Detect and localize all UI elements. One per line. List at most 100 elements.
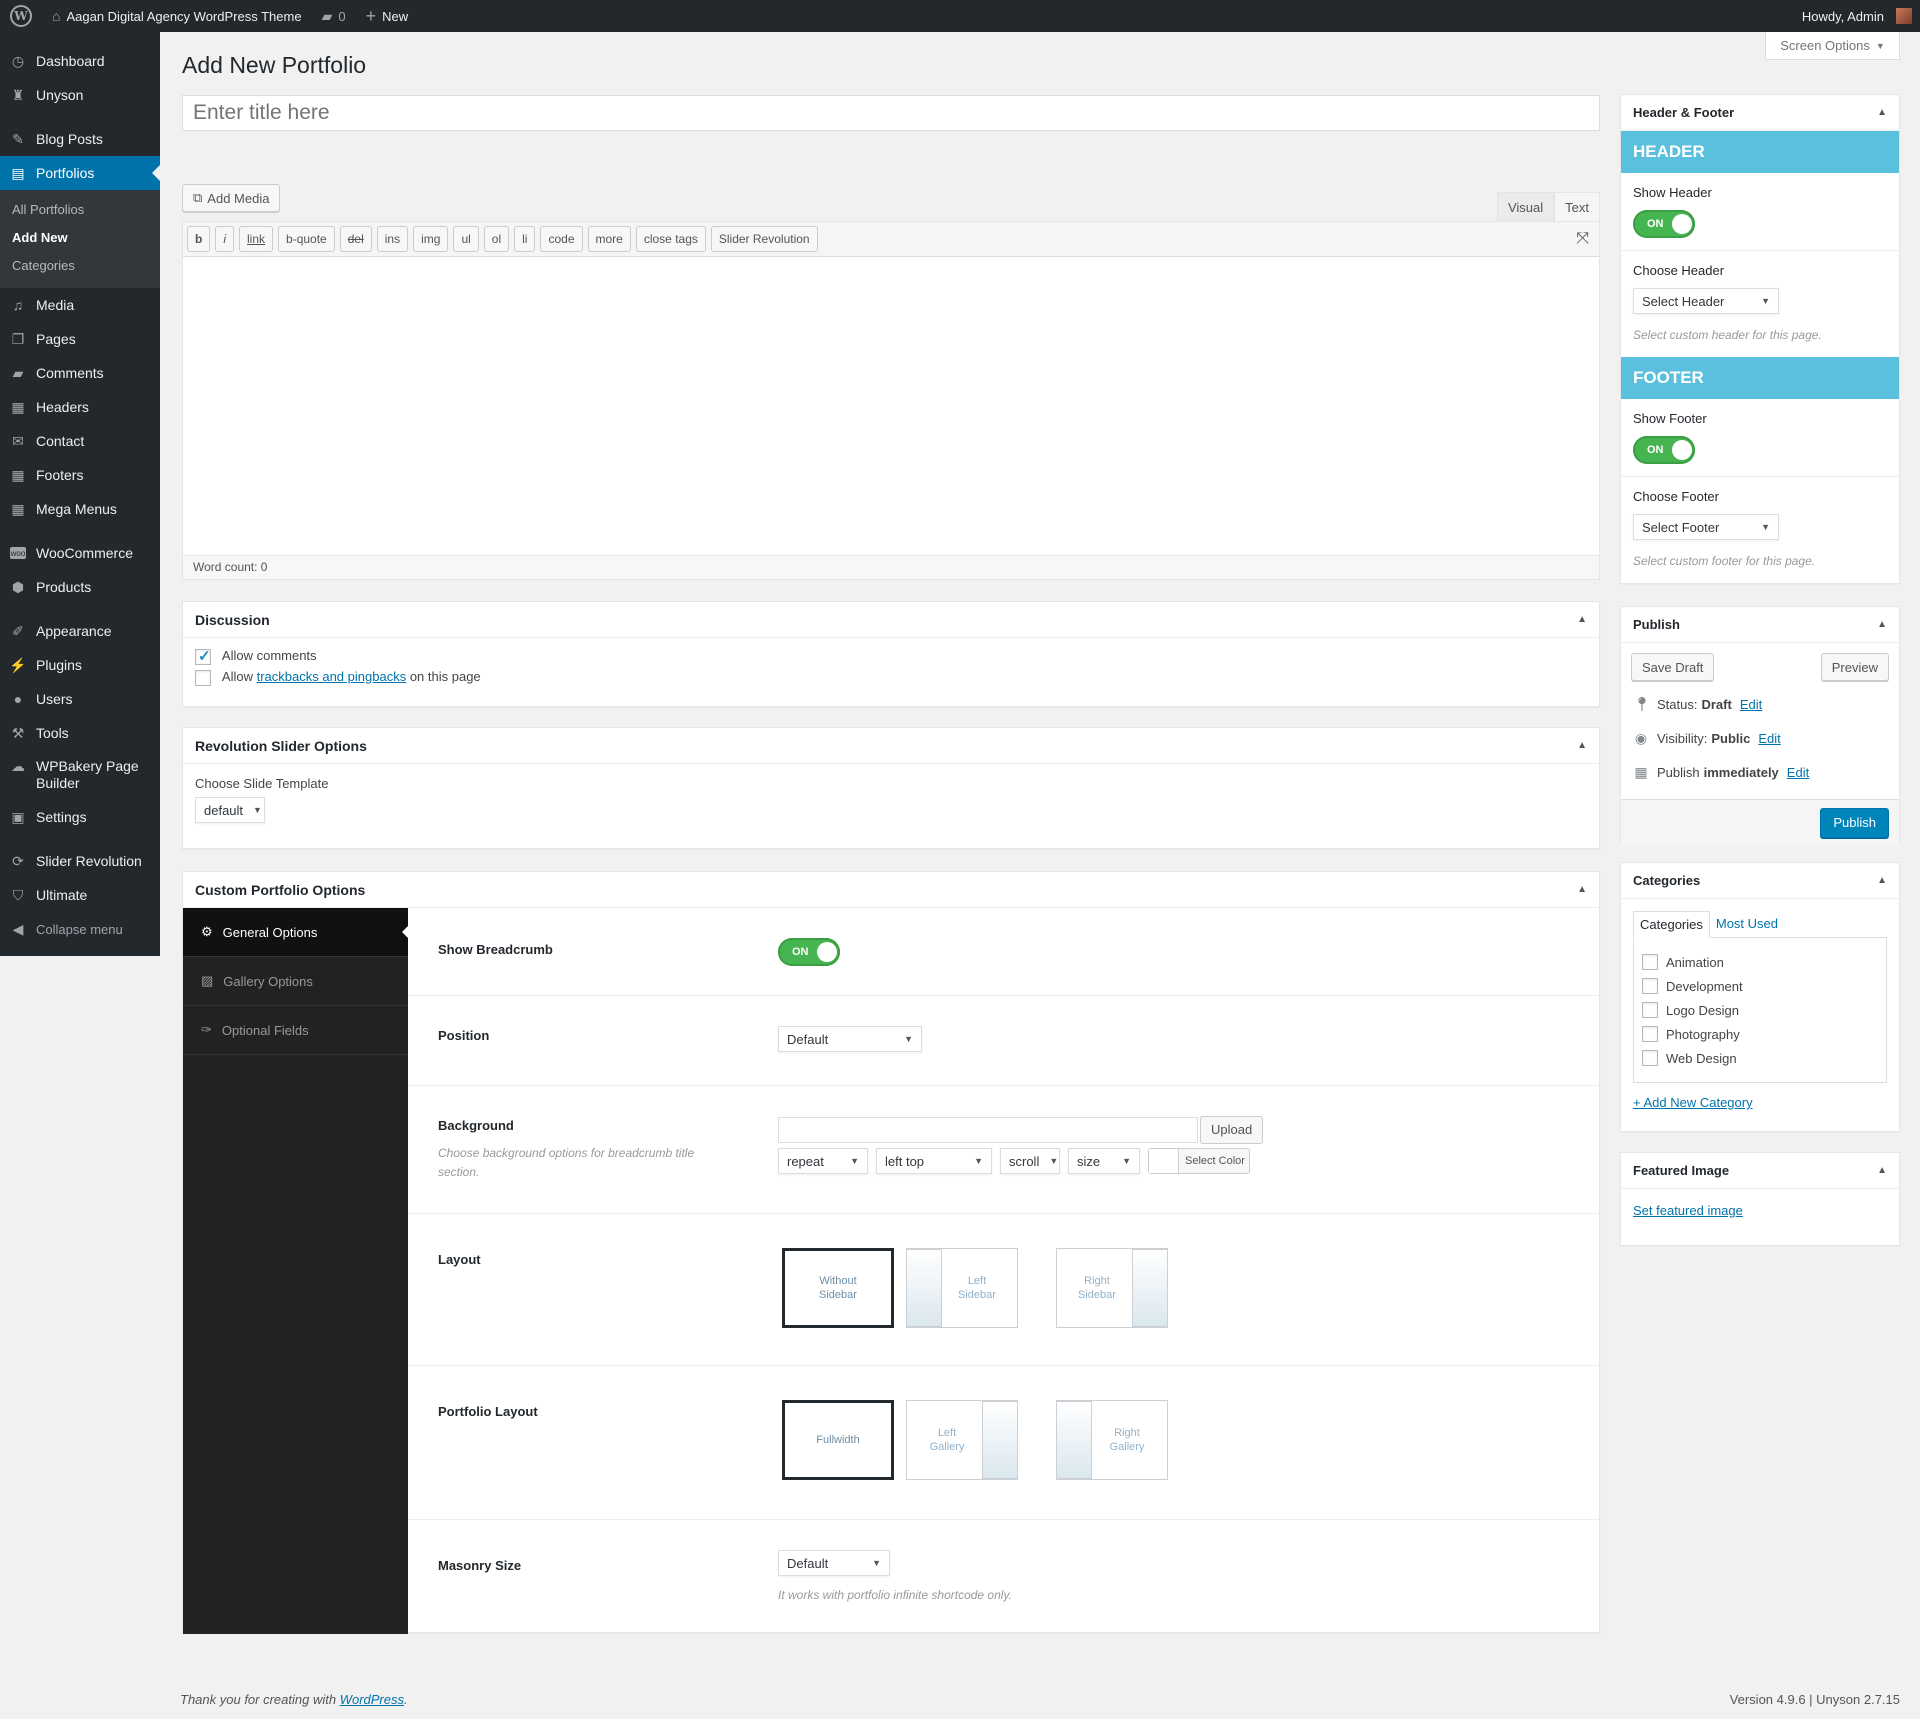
submenu-categories[interactable]: Categories — [0, 252, 160, 280]
menu-unyson[interactable]: ♜ Unyson — [0, 78, 160, 112]
categories-header[interactable]: Categories ▲ — [1621, 863, 1899, 899]
tab-most-used[interactable]: Most Used — [1710, 911, 1784, 938]
qt-ul-button[interactable]: ul — [453, 226, 479, 252]
menu-settings[interactable]: ▣ Settings — [0, 800, 160, 834]
new-content-link[interactable]: + New — [356, 0, 419, 32]
menu-plugins[interactable]: ⚡ Plugins — [0, 648, 160, 682]
qt-del-button[interactable]: del — [339, 226, 372, 252]
edit-status-link[interactable]: Edit — [1740, 697, 1762, 712]
publish-header[interactable]: Publish ▲ — [1621, 607, 1899, 643]
position-select[interactable]: Default ▼ — [778, 1026, 922, 1052]
choose-header-select[interactable]: Select Header ▼ — [1633, 288, 1779, 314]
qt-close-tags-button[interactable]: close tags — [635, 226, 706, 252]
menu-slider-revolution[interactable]: ⟳ Slider Revolution — [0, 844, 160, 878]
fullscreen-icon[interactable]: ⤧ — [1576, 230, 1589, 248]
choose-footer-select[interactable]: Select Footer ▼ — [1633, 514, 1779, 540]
preview-button[interactable]: Preview — [1820, 653, 1889, 681]
qt-slider-revolution-button[interactable]: Slider Revolution — [710, 226, 818, 252]
save-draft-button[interactable]: Save Draft — [1631, 653, 1715, 681]
account-menu[interactable]: Howdy, Admin — [1792, 0, 1920, 32]
menu-comments[interactable]: ▰ Comments — [0, 356, 160, 390]
portfolio-layout-fullwidth[interactable]: Fullwidth — [782, 1400, 894, 1480]
select-color-button[interactable]: Select Color — [1148, 1148, 1250, 1174]
tab-visual[interactable]: Visual — [1496, 192, 1555, 221]
layout-right-sidebar[interactable]: Right Sidebar — [1056, 1248, 1168, 1328]
bg-size-select[interactable]: size ▼ — [1068, 1148, 1140, 1174]
category-checkbox[interactable] — [1642, 954, 1658, 970]
collapse-arrow-icon[interactable]: ▲ — [1877, 1165, 1887, 1176]
masonry-size-select[interactable]: Default ▼ — [778, 1550, 890, 1576]
layout-without-sidebar[interactable]: Without Sidebar — [782, 1248, 894, 1328]
slide-template-select[interactable]: default ▼ — [195, 797, 265, 823]
collapse-menu-button[interactable]: ◀ Collapse menu — [0, 912, 160, 946]
menu-wpbakery[interactable]: ☁ WPBakery Page Builder — [0, 750, 160, 800]
collapse-arrow-icon[interactable]: ▲ — [1877, 875, 1887, 886]
qt-blockquote-button[interactable]: b-quote — [278, 226, 335, 252]
collapse-arrow-icon[interactable]: ▲ — [1577, 614, 1587, 625]
set-featured-image-link[interactable]: Set featured image — [1633, 1203, 1743, 1218]
edit-visibility-link[interactable]: Edit — [1758, 731, 1780, 746]
qt-link-button[interactable]: link — [239, 226, 274, 252]
upload-button[interactable]: Upload — [1200, 1116, 1264, 1144]
edit-schedule-link[interactable]: Edit — [1787, 765, 1809, 780]
allow-pings-checkbox[interactable] — [195, 669, 211, 686]
qt-code-button[interactable]: code — [540, 226, 583, 252]
bg-position-select[interactable]: left top ▼ — [876, 1148, 992, 1174]
collapse-arrow-icon[interactable]: ▲ — [1577, 740, 1587, 751]
menu-products[interactable]: ⬢ Products — [0, 570, 160, 604]
trackbacks-link[interactable]: trackbacks and pingbacks — [257, 669, 407, 684]
category-checkbox[interactable] — [1642, 978, 1658, 994]
editor-textarea[interactable] — [183, 257, 1599, 555]
post-title-input[interactable] — [182, 95, 1600, 131]
layout-left-sidebar[interactable]: Left Sidebar — [906, 1248, 1018, 1328]
category-checkbox[interactable] — [1642, 1026, 1658, 1042]
nav-optional-fields[interactable]: ✑ Optional Fields — [183, 1006, 408, 1055]
collapse-arrow-icon[interactable]: ▲ — [1877, 619, 1887, 630]
collapse-arrow-icon[interactable]: ▲ — [1577, 884, 1587, 895]
qt-ol-button[interactable]: ol — [483, 226, 510, 252]
bg-attachment-select[interactable]: scroll ▼ — [1000, 1148, 1060, 1174]
menu-media[interactable]: ♫ Media — [0, 288, 160, 322]
screen-options-button[interactable]: Screen Options ▼ — [1765, 32, 1900, 60]
show-breadcrumb-toggle[interactable]: ON — [778, 938, 840, 966]
header-footer-header[interactable]: Header & Footer ▲ — [1621, 95, 1899, 131]
qt-ins-button[interactable]: ins — [376, 226, 409, 252]
category-checkbox[interactable] — [1642, 1002, 1658, 1018]
menu-blog-posts[interactable]: ✎ Blog Posts — [0, 122, 160, 156]
menu-appearance[interactable]: ✐ Appearance — [0, 614, 160, 648]
menu-pages[interactable]: ❐ Pages — [0, 322, 160, 356]
menu-footers[interactable]: ▦ Footers — [0, 458, 160, 492]
tab-text[interactable]: Text — [1554, 192, 1600, 221]
publish-button[interactable]: Publish — [1820, 808, 1889, 838]
qt-bold-button[interactable]: b — [187, 226, 211, 252]
custom-portfolio-header[interactable]: Custom Portfolio Options ▲ — [183, 872, 1599, 908]
menu-dashboard[interactable]: ◷ Dashboard — [0, 44, 160, 78]
background-image-input[interactable] — [778, 1117, 1198, 1143]
wordpress-link[interactable]: WordPress — [340, 1692, 404, 1707]
add-media-button[interactable]: ⧉ Add Media — [182, 184, 281, 212]
comments-link[interactable]: ▰ 0 — [312, 0, 356, 32]
submenu-add-new[interactable]: Add New — [0, 224, 160, 252]
menu-contact[interactable]: ✉ Contact — [0, 424, 160, 458]
featured-image-header[interactable]: Featured Image ▲ — [1621, 1153, 1899, 1189]
nav-general-options[interactable]: ⚙ General Options — [183, 908, 408, 957]
portfolio-layout-left-gallery[interactable]: Left Gallery — [906, 1400, 1018, 1480]
qt-more-button[interactable]: more — [587, 226, 631, 252]
menu-portfolios[interactable]: ▤ Portfolios — [0, 156, 160, 190]
qt-li-button[interactable]: li — [514, 226, 536, 252]
tab-all-categories[interactable]: Categories — [1633, 911, 1710, 938]
allow-comments-checkbox[interactable] — [195, 647, 211, 665]
portfolio-layout-right-gallery[interactable]: Right Gallery — [1056, 1400, 1168, 1480]
menu-woocommerce[interactable]: woo WooCommerce — [0, 536, 160, 570]
qt-img-button[interactable]: img — [413, 226, 449, 252]
menu-ultimate[interactable]: ⛉ Ultimate — [0, 878, 160, 912]
qt-italic-button[interactable]: i — [215, 226, 235, 252]
menu-mega-menus[interactable]: ▦ Mega Menus — [0, 492, 160, 526]
revolution-slider-header[interactable]: Revolution Slider Options ▲ — [183, 728, 1599, 764]
add-new-category-link[interactable]: + Add New Category — [1633, 1095, 1753, 1110]
show-footer-toggle[interactable]: ON — [1633, 436, 1695, 464]
category-checkbox[interactable] — [1642, 1050, 1658, 1066]
menu-users[interactable]: ● Users — [0, 682, 160, 716]
nav-gallery-options[interactable]: ▨ Gallery Options — [183, 957, 408, 1006]
show-header-toggle[interactable]: ON — [1633, 210, 1695, 238]
